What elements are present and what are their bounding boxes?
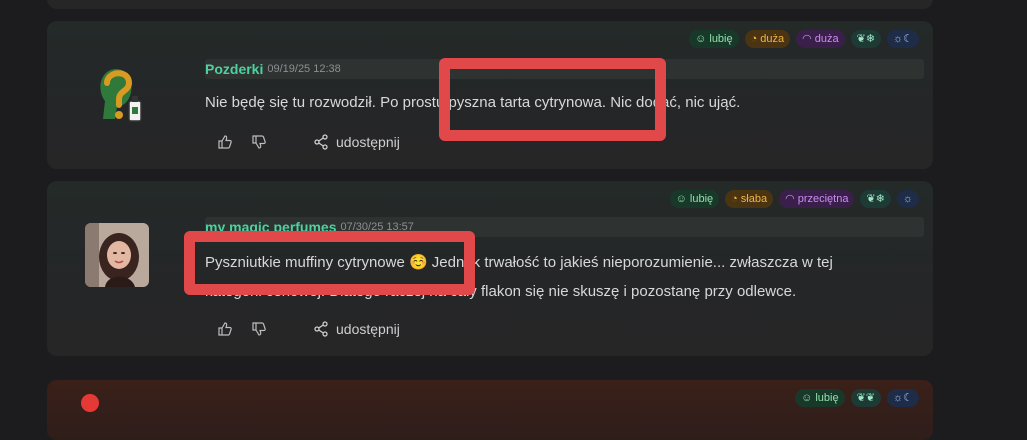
longevity-badge: ◔ słaba (725, 190, 774, 208)
time-of-day-badge: ☼☾ (887, 389, 919, 407)
leaf-snow-icon: ❦❄ (866, 193, 885, 205)
season-badge: ❦❦ (850, 389, 882, 407)
highlight-box (184, 231, 475, 295)
sun-icon: ☼ (902, 193, 913, 205)
rating-badge: ☺ lubię (669, 190, 720, 208)
rating-badge: ☺ lubię (689, 30, 739, 48)
sillage-icon: ◠ (785, 193, 795, 205)
review-card: ☺ lubię ❦❦ ☼☾ (47, 380, 933, 440)
smile-icon: ☺ (801, 392, 813, 404)
leaf-snow-icon: ❦❄ (856, 33, 876, 45)
clock-icon: ◔ (731, 193, 738, 205)
review-card: ☺ lubię ◔ słaba ◠ przeciętna ❦❄ ☼ my mag… (47, 181, 933, 356)
review-badges: ☺ lubię ◔ duża ◠ duża ❦❄ ☼☾ (689, 30, 919, 48)
share-icon (314, 321, 328, 337)
review-badges: ☺ lubię ◔ słaba ◠ przeciętna ❦❄ ☼ (669, 190, 919, 208)
share-label: udostępnij (336, 134, 400, 150)
avatar (81, 394, 99, 412)
thumbs-up-icon[interactable] (217, 134, 233, 150)
sillage-icon: ◠ (802, 33, 812, 45)
season-badge: ❦❄ (860, 190, 891, 208)
sun-moon-icon: ☼☾ (893, 392, 913, 404)
share-icon (314, 134, 328, 150)
leaf-icon: ❦❦ (856, 392, 876, 404)
time-of-day-badge: ☼☾ (887, 30, 919, 48)
smile-icon: ☺ (675, 193, 687, 205)
sillage-badge: ◠ duża (796, 30, 845, 48)
sun-moon-icon: ☼☾ (893, 33, 913, 45)
thumbs-down-icon[interactable] (251, 134, 267, 150)
review-date: 09/19/25 12:38 (267, 63, 341, 75)
previous-review-card (47, 0, 933, 9)
smile-icon: ☺ (695, 33, 707, 45)
season-badge: ❦❄ (850, 30, 882, 48)
share-button[interactable]: udostępnij (313, 134, 400, 150)
review-actions: udostępnij (217, 134, 400, 150)
avatar (100, 69, 142, 122)
sillage-badge: ◠ przeciętna (779, 190, 855, 208)
time-of-day-badge: ☼ (896, 190, 919, 208)
highlight-box (439, 58, 666, 141)
author-link[interactable]: Pozderki (205, 61, 263, 77)
review-actions: udostępnij (217, 321, 400, 337)
rating-badge: ☺ lubię (795, 389, 845, 407)
clock-icon: ◔ (750, 33, 758, 45)
review-badges: ☺ lubię ❦❦ ☼☾ (795, 389, 919, 407)
longevity-badge: ◔ duża (744, 30, 791, 48)
avatar (85, 223, 149, 287)
share-button[interactable]: udostępnij (313, 321, 400, 337)
share-label: udostępnij (336, 321, 400, 337)
thumbs-up-icon[interactable] (217, 321, 233, 337)
thumbs-down-icon[interactable] (251, 321, 267, 337)
